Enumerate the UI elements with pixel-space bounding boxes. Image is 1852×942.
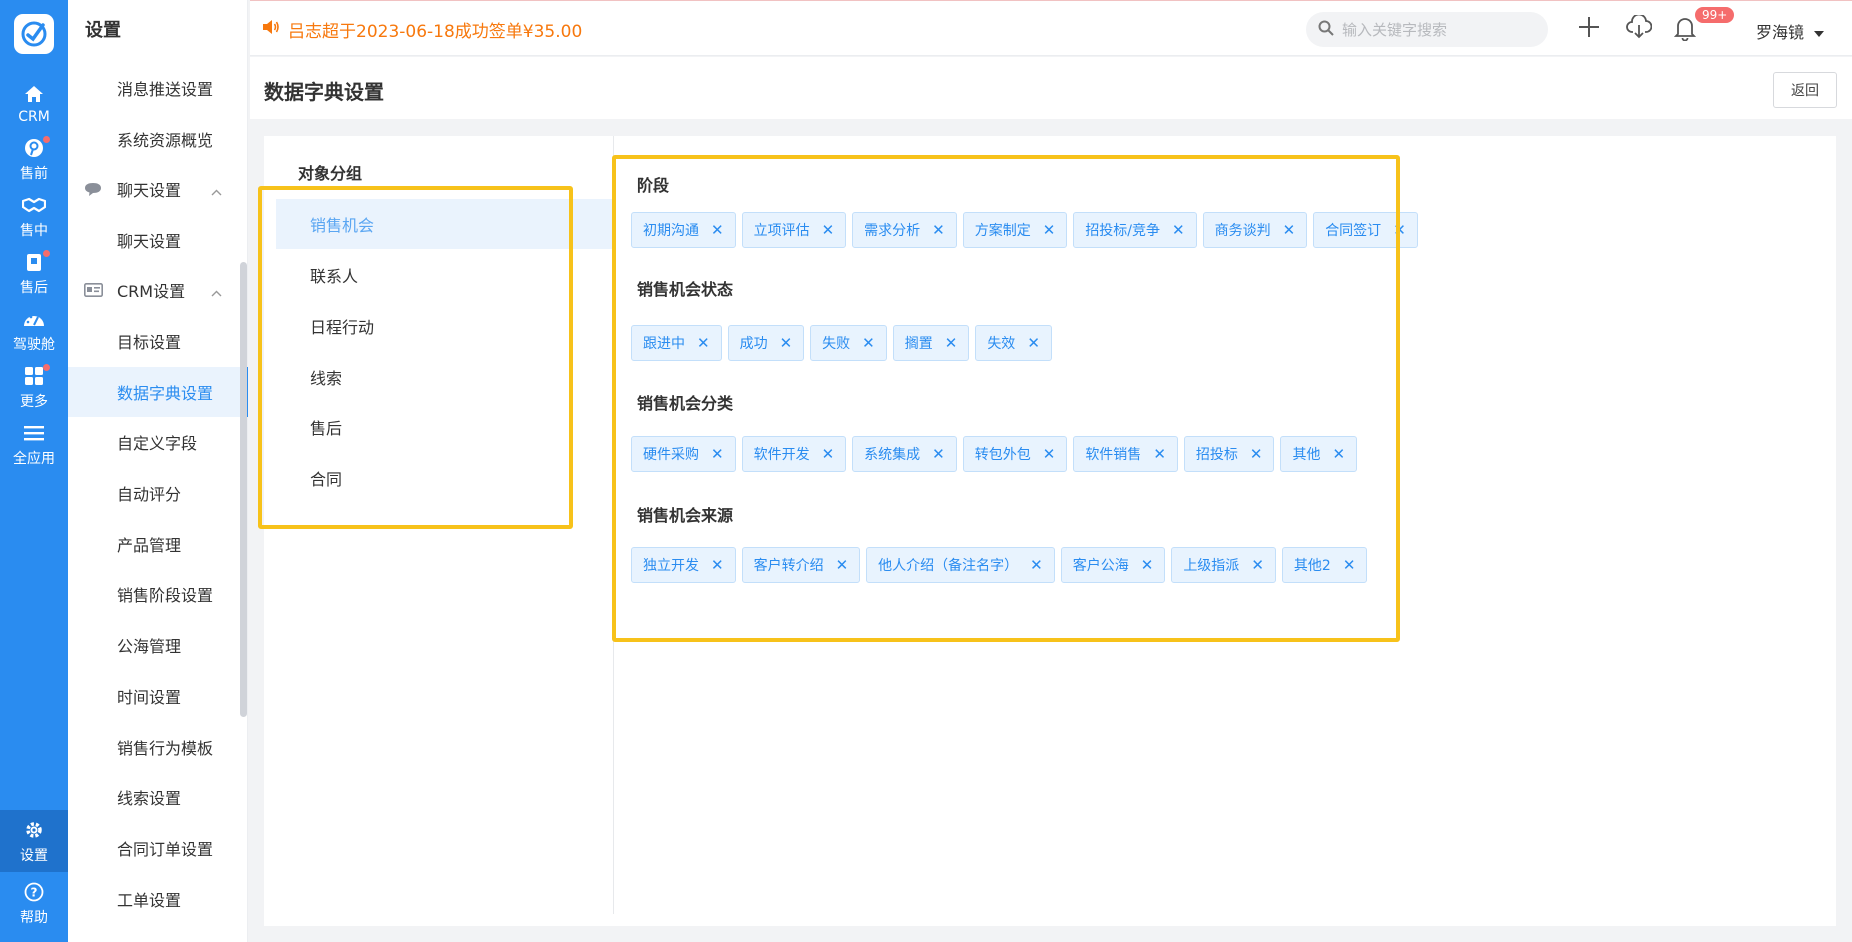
sidebar-item-public-pool[interactable]: 公海管理	[68, 620, 248, 670]
id-card-icon	[84, 283, 106, 297]
announcement-text: 吕志超于2023-06-18成功签单¥35.00	[288, 22, 583, 42]
rail-item-insale[interactable]: 售中	[0, 185, 68, 247]
announcement[interactable]: 吕志超于2023-06-18成功签单¥35.00	[262, 17, 582, 42]
rail-item-aftersale[interactable]: 售后	[0, 242, 68, 304]
page-title: 数据字典设置	[264, 80, 384, 104]
search-icon	[1318, 20, 1334, 40]
svg-text:?: ?	[31, 885, 38, 899]
search-box[interactable]	[1306, 12, 1548, 47]
rail-item-presale[interactable]: 售前	[0, 128, 68, 190]
rail-item-more[interactable]: 更多	[0, 356, 68, 418]
search-input[interactable]	[1342, 20, 1532, 39]
rail-item-label: 全应用	[13, 450, 55, 467]
notification-dot	[43, 250, 50, 257]
speaker-icon	[262, 19, 280, 40]
rail-item-help[interactable]: ? 帮助	[0, 872, 68, 934]
sidebar-item-label: 消息推送设置	[117, 80, 214, 99]
sidebar-group-crm[interactable]: CRM设置	[68, 265, 248, 315]
sidebar-item-contract-orders[interactable]: 合同订单设置	[68, 823, 248, 873]
back-button[interactable]: 返回	[1773, 72, 1837, 108]
rail-item-label: 更多	[20, 393, 48, 410]
notification-dot	[43, 364, 50, 371]
rail-item-label: 售中	[20, 222, 48, 239]
sidebar-item-auto-scoring[interactable]: 自动评分	[68, 468, 248, 518]
rail-item-all-apps[interactable]: 全应用	[0, 413, 68, 475]
gear-icon	[22, 818, 46, 842]
chevron-up-icon	[211, 282, 222, 301]
cloud-download-icon[interactable]	[1626, 13, 1653, 43]
sidebar-item-message-push[interactable]: 消息推送设置	[68, 63, 248, 113]
sidebar-item-leads[interactable]: 线索设置	[68, 772, 248, 822]
rail-item-settings[interactable]: 设置	[0, 810, 68, 872]
username: 罗海镜	[1756, 23, 1805, 42]
rail-item-crm[interactable]: CRM	[0, 72, 68, 134]
sidebar-item-label: 目标设置	[117, 333, 182, 352]
sidebar-item-work-orders[interactable]: 工单设置	[68, 874, 248, 924]
sidebar-item-label: 自动评分	[117, 485, 182, 504]
sidebar-item-label: 数据字典设置	[117, 384, 214, 403]
sidebar-item-chat-settings[interactable]: 聊天设置	[68, 215, 248, 265]
highlight-box-objects	[258, 186, 573, 529]
settings-sidebar: 设置 消息推送设置 系统资源概览 聊天设置 聊天设置 CRM设置 目标设置 数据…	[68, 0, 248, 942]
rail-item-label: 设置	[20, 847, 48, 864]
sidebar-item-label: 线索设置	[117, 789, 182, 808]
highlight-box-dictionary	[612, 155, 1400, 642]
notification-dot	[43, 136, 50, 143]
help-icon: ?	[22, 880, 46, 904]
chevron-up-icon	[211, 181, 222, 200]
sidebar-item-sales-stages[interactable]: 销售阶段设置	[68, 569, 248, 619]
sidebar-group-label: CRM设置	[117, 282, 186, 301]
handshake-icon	[22, 193, 46, 217]
sidebar-item-label: 销售行为模板	[117, 739, 214, 758]
sidebar-item-time[interactable]: 时间设置	[68, 671, 248, 721]
sidebar-item-products[interactable]: 产品管理	[68, 519, 248, 569]
sidebar-title: 设置	[85, 20, 121, 41]
top-bar: 吕志超于2023-06-18成功签单¥35.00 99+ 罗海镜	[250, 0, 1852, 56]
user-menu[interactable]: 罗海镜	[1756, 19, 1825, 43]
sidebar-item-label: 公海管理	[117, 637, 182, 656]
home-icon	[22, 82, 46, 106]
chat-bubble-icon	[84, 182, 106, 197]
app-logo[interactable]	[14, 14, 54, 54]
page-header: 数据字典设置 返回	[250, 57, 1852, 119]
sidebar-item-data-dictionary[interactable]: 数据字典设置	[68, 367, 248, 417]
rail-item-label: 帮助	[20, 909, 48, 926]
sidebar-group-label: 聊天设置	[117, 181, 182, 200]
notification-badge: 99+	[1693, 5, 1737, 25]
dashboard-icon	[22, 307, 46, 331]
sidebar-item-label: 销售阶段设置	[117, 586, 214, 605]
rail-item-label: 售前	[20, 165, 48, 182]
sidebar-item-behavior-templates[interactable]: 销售行为模板	[68, 722, 248, 772]
sidebar-item-resources[interactable]: 系统资源概览	[68, 114, 248, 164]
sidebar-group-chat[interactable]: 聊天设置	[68, 164, 248, 214]
caret-down-icon	[1814, 22, 1825, 41]
sidebar-item-label: 系统资源概览	[117, 131, 214, 150]
object-group-title: 对象分组	[298, 164, 363, 183]
sidebar-item-label: 聊天设置	[117, 232, 182, 251]
app-rail: CRM 售前 售中 售后 驾驶舱 更多 全应用 设置 ? 帮助	[0, 0, 68, 942]
sidebar-item-label: 自定义字段	[117, 434, 198, 453]
rail-item-label: 售后	[20, 279, 48, 296]
add-icon[interactable]	[1577, 15, 1601, 43]
sidebar-item-label: 时间设置	[117, 688, 182, 707]
sidebar-item-label: 合同订单设置	[117, 840, 214, 859]
rail-item-label: CRM	[18, 108, 50, 125]
sidebar-item-label: 产品管理	[117, 536, 182, 555]
bell-icon[interactable]	[1673, 15, 1697, 45]
sidebar-item-custom-fields[interactable]: 自定义字段	[68, 417, 248, 467]
rail-item-cockpit[interactable]: 驾驶舱	[0, 299, 68, 361]
menu-icon	[22, 421, 46, 445]
sidebar-scrollbar[interactable]	[240, 262, 247, 717]
rail-item-label: 驾驶舱	[13, 336, 55, 353]
sidebar-item-label: 工单设置	[117, 891, 182, 910]
sidebar-item-goals[interactable]: 目标设置	[68, 316, 248, 366]
